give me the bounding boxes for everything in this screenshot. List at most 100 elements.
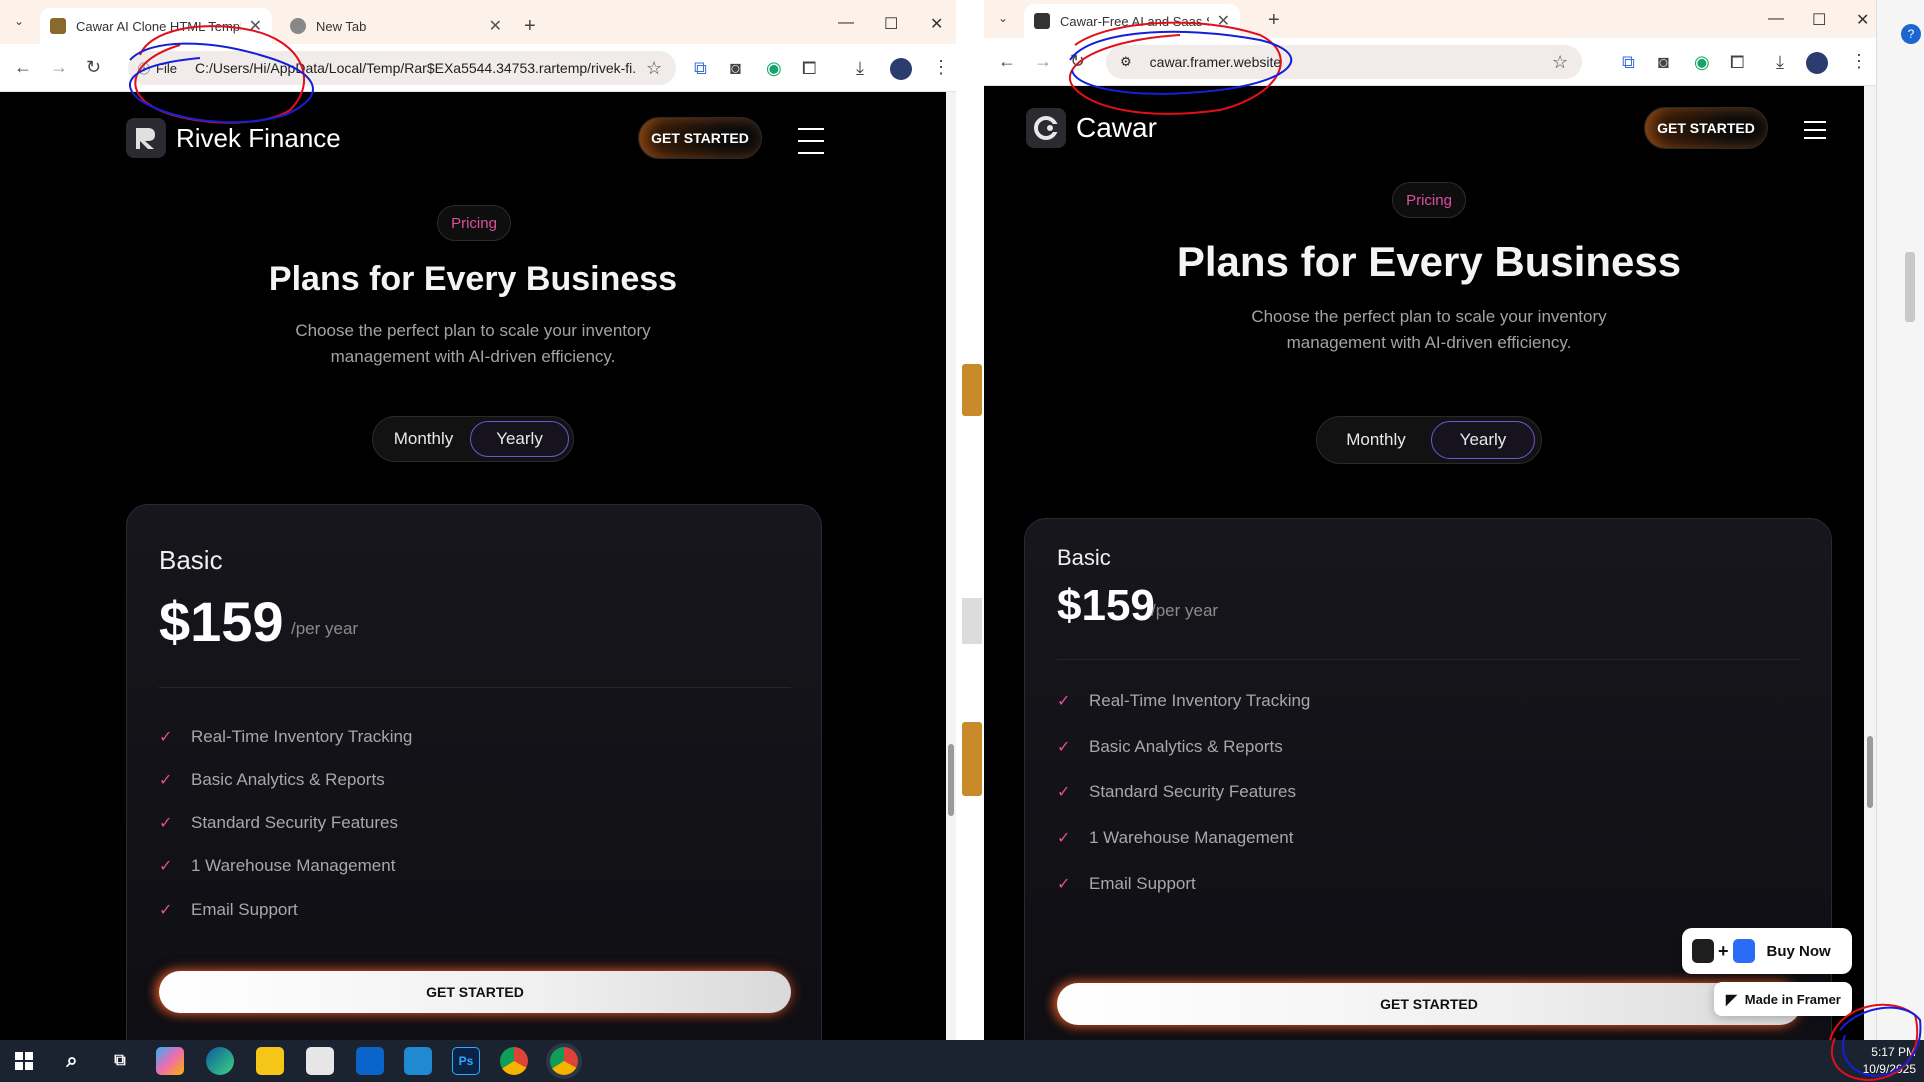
feature-item: ✓ Real-Time Inventory Tracking bbox=[1057, 691, 1310, 711]
maximize-icon[interactable]: ☐ bbox=[1812, 10, 1826, 30]
file-scheme-label: File bbox=[156, 60, 177, 76]
card-get-started-button[interactable]: GET STARTED bbox=[159, 971, 791, 1013]
grammarly-icon[interactable]: ◉ bbox=[1694, 53, 1710, 71]
download-icon[interactable]: ⤓ bbox=[1776, 53, 1784, 71]
new-tab-plus-icon[interactable]: + bbox=[1268, 10, 1280, 30]
clock-date: 10/9/2025 bbox=[1862, 1062, 1916, 1076]
feature-item: ✓ Basic Analytics & Reports bbox=[159, 770, 385, 790]
card-get-started-button[interactable]: GET STARTED bbox=[1057, 983, 1801, 1025]
photoshop-icon[interactable]: Ps bbox=[452, 1047, 480, 1075]
brand-logo[interactable]: Cawar bbox=[1026, 108, 1157, 148]
camera-icon[interactable]: ◙ bbox=[1658, 53, 1669, 71]
nav-get-started-button[interactable]: GET STARTED bbox=[638, 117, 762, 159]
tab-cawar-clone[interactable]: Cawar AI Clone HTML Template ✕ bbox=[40, 8, 272, 44]
close-tab-icon[interactable]: ✕ bbox=[1217, 11, 1230, 31]
billing-toggle[interactable]: Monthly Yearly bbox=[1316, 416, 1542, 464]
feature-text: Email Support bbox=[191, 900, 298, 919]
bookmark-star-icon[interactable]: ☆ bbox=[646, 59, 662, 77]
billing-toggle[interactable]: Monthly Yearly bbox=[372, 416, 574, 462]
tab-search-chevron-icon[interactable]: ⌄ bbox=[998, 12, 1008, 24]
menu-kebab-icon[interactable]: ⋮ bbox=[932, 58, 950, 76]
lens-icon[interactable]: ⧉ bbox=[694, 59, 707, 77]
toggle-yearly[interactable]: Yearly bbox=[470, 421, 569, 457]
reload-icon[interactable]: ↻ bbox=[86, 58, 101, 76]
store-icon[interactable] bbox=[306, 1047, 334, 1075]
pricing-pill: Pricing bbox=[1392, 182, 1466, 218]
address-bar[interactable]: ⚙ cawar.framer.website bbox=[1106, 45, 1582, 79]
clock-time: 5:17 PM bbox=[1871, 1045, 1916, 1059]
tab-new-tab[interactable]: New Tab ✕ bbox=[280, 8, 512, 44]
subtitle-line-2: management with AI-driven efficiency. bbox=[1286, 333, 1572, 352]
scrollbar-thumb[interactable] bbox=[948, 744, 954, 816]
close-tab-icon[interactable]: ✕ bbox=[489, 16, 502, 36]
start-icon[interactable] bbox=[10, 1047, 38, 1075]
feature-text: Real-Time Inventory Tracking bbox=[1089, 691, 1311, 710]
lens-icon[interactable]: ⧉ bbox=[1622, 53, 1635, 71]
outlook-icon[interactable] bbox=[356, 1047, 384, 1075]
feature-text: 1 Warehouse Management bbox=[191, 856, 396, 875]
feature-item: ✓ Real-Time Inventory Tracking bbox=[159, 727, 412, 747]
back-icon[interactable]: ← bbox=[998, 52, 1016, 70]
left-browser-window: ⌄ Cawar AI Clone HTML Template ✕ New Tab… bbox=[0, 0, 956, 1040]
address-bar[interactable]: ⓘ File C:/Users/Hi/AppData/Local/Temp/Ra… bbox=[128, 51, 676, 85]
edge-icon[interactable] bbox=[206, 1047, 234, 1075]
task-view-icon[interactable]: ⧉ bbox=[106, 1047, 134, 1075]
subtitle-line-2: management with AI-driven efficiency. bbox=[330, 347, 616, 366]
search-icon[interactable]: ⌕ bbox=[58, 1047, 86, 1075]
close-window-icon[interactable]: ✕ bbox=[1856, 10, 1869, 30]
grammarly-icon[interactable]: ◉ bbox=[766, 59, 782, 77]
plan-price: $159 bbox=[1057, 581, 1155, 630]
check-icon: ✓ bbox=[1057, 693, 1071, 710]
system-clock[interactable]: 5:17 PM 10/9/2025 bbox=[1863, 1044, 1916, 1078]
extensions-icon[interactable]: ⧠ bbox=[802, 59, 816, 77]
hamburger-menu-icon[interactable] bbox=[1804, 121, 1826, 149]
address-url[interactable]: C:/Users/Hi/AppData/Local/Temp/Rar$EXa55… bbox=[195, 60, 635, 76]
chrome-icon[interactable] bbox=[500, 1047, 528, 1075]
page-scrollbar[interactable] bbox=[1864, 86, 1876, 1040]
download-icon[interactable]: ⤓ bbox=[856, 59, 864, 77]
site-settings-icon[interactable]: ⚙ bbox=[1120, 54, 1132, 70]
close-window-icon[interactable]: ✕ bbox=[930, 14, 943, 34]
tab-search-chevron-icon[interactable]: ⌄ bbox=[14, 15, 24, 27]
feature-item: ✓ 1 Warehouse Management bbox=[159, 856, 395, 876]
bookmark-star-icon[interactable]: ☆ bbox=[1552, 53, 1568, 71]
avatar[interactable] bbox=[1806, 52, 1828, 74]
rivek-logo-icon bbox=[126, 118, 166, 158]
extensions-icon[interactable]: ⧠ bbox=[1730, 53, 1744, 71]
file-explorer-icon[interactable] bbox=[256, 1047, 284, 1075]
back-icon[interactable]: ← bbox=[14, 58, 32, 76]
address-url[interactable]: cawar.framer.website bbox=[1150, 54, 1282, 70]
menu-kebab-icon[interactable]: ⋮ bbox=[1850, 52, 1868, 70]
nav-get-started-button[interactable]: GET STARTED bbox=[1644, 107, 1768, 149]
site-info-icon[interactable]: ⓘ bbox=[138, 60, 150, 77]
toggle-monthly[interactable]: Monthly bbox=[1321, 421, 1431, 459]
reload-icon[interactable]: ↻ bbox=[1070, 52, 1085, 70]
new-tab-plus-icon[interactable]: + bbox=[524, 16, 536, 36]
help-icon[interactable]: ? bbox=[1901, 24, 1921, 44]
scrollbar-thumb[interactable] bbox=[1867, 736, 1873, 808]
scrollbar-thumb[interactable] bbox=[1905, 252, 1915, 322]
made-in-framer-badge[interactable]: ◤ Made in Framer bbox=[1714, 982, 1852, 1016]
chrome-icon[interactable] bbox=[550, 1047, 578, 1075]
close-tab-icon[interactable]: ✕ bbox=[249, 16, 262, 36]
minimize-icon[interactable]: — bbox=[1768, 10, 1784, 28]
check-icon: ✓ bbox=[1057, 784, 1071, 801]
avatar[interactable] bbox=[890, 58, 912, 80]
forward-icon[interactable]: → bbox=[50, 58, 68, 76]
toggle-monthly[interactable]: Monthly bbox=[377, 421, 470, 457]
vscode-icon[interactable] bbox=[404, 1047, 432, 1075]
minimize-icon[interactable]: — bbox=[838, 14, 854, 32]
toggle-yearly[interactable]: Yearly bbox=[1431, 421, 1535, 459]
brand-logo[interactable]: Rivek Finance bbox=[126, 118, 341, 158]
maximize-icon[interactable]: ☐ bbox=[884, 14, 898, 34]
chrome-favicon-icon bbox=[290, 18, 306, 34]
buy-now-badge[interactable]: + Buy Now bbox=[1682, 928, 1852, 974]
hamburger-menu-icon[interactable] bbox=[798, 128, 824, 164]
check-icon: ✓ bbox=[1057, 739, 1071, 756]
page-scrollbar[interactable] bbox=[946, 92, 956, 1040]
copilot-icon[interactable] bbox=[156, 1047, 184, 1075]
tab-favicon-icon bbox=[50, 18, 66, 34]
tab-cawar-framer[interactable]: Cawar-Free AI and Saas Startup ✕ bbox=[1024, 4, 1240, 38]
forward-icon[interactable]: → bbox=[1034, 52, 1052, 70]
camera-icon[interactable]: ◙ bbox=[730, 59, 741, 77]
